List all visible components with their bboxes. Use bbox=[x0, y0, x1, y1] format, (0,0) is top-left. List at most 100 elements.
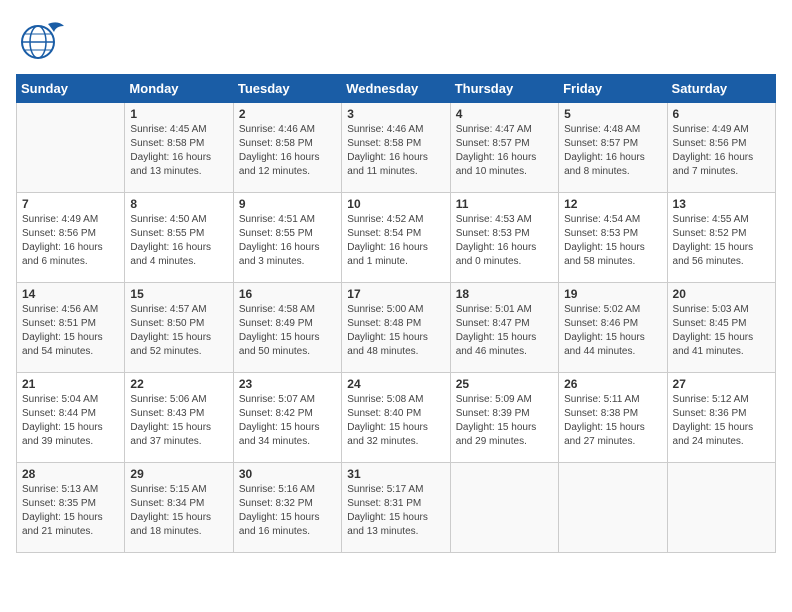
day-number: 10 bbox=[347, 197, 444, 211]
header bbox=[16, 16, 776, 64]
cell-content: Sunrise: 4:48 AM Sunset: 8:57 PM Dayligh… bbox=[564, 123, 661, 179]
day-number: 24 bbox=[347, 377, 444, 391]
day-number: 3 bbox=[347, 107, 444, 121]
cell-content: Sunrise: 5:04 AM Sunset: 8:44 PM Dayligh… bbox=[22, 393, 119, 449]
cell-content: Sunrise: 5:08 AM Sunset: 8:40 PM Dayligh… bbox=[347, 393, 444, 449]
cell-content: Sunrise: 5:01 AM Sunset: 8:47 PM Dayligh… bbox=[456, 303, 553, 359]
calendar-week-1: 1 Sunrise: 4:45 AM Sunset: 8:58 PM Daylig… bbox=[17, 103, 776, 193]
day-number: 4 bbox=[456, 107, 553, 121]
header-friday: Friday bbox=[559, 75, 667, 103]
calendar-week-5: 28 Sunrise: 5:13 AM Sunset: 8:35 PM Dayli… bbox=[17, 463, 776, 553]
calendar-cell: 6 Sunrise: 4:49 AM Sunset: 8:56 PM Daylig… bbox=[667, 103, 775, 193]
calendar-cell: 4 Sunrise: 4:47 AM Sunset: 8:57 PM Daylig… bbox=[450, 103, 558, 193]
cell-content: Sunrise: 4:54 AM Sunset: 8:53 PM Dayligh… bbox=[564, 213, 661, 269]
calendar-table: SundayMondayTuesdayWednesdayThursdayFrid… bbox=[16, 74, 776, 553]
calendar-cell: 17 Sunrise: 5:00 AM Sunset: 8:48 PM Dayli… bbox=[342, 283, 450, 373]
cell-content: Sunrise: 5:13 AM Sunset: 8:35 PM Dayligh… bbox=[22, 483, 119, 539]
calendar-week-3: 14 Sunrise: 4:56 AM Sunset: 8:51 PM Dayli… bbox=[17, 283, 776, 373]
day-number: 21 bbox=[22, 377, 119, 391]
day-number: 13 bbox=[673, 197, 770, 211]
day-number: 14 bbox=[22, 287, 119, 301]
calendar-cell bbox=[17, 103, 125, 193]
cell-content: Sunrise: 5:03 AM Sunset: 8:45 PM Dayligh… bbox=[673, 303, 770, 359]
calendar-cell bbox=[450, 463, 558, 553]
day-number: 9 bbox=[239, 197, 336, 211]
calendar-week-4: 21 Sunrise: 5:04 AM Sunset: 8:44 PM Dayli… bbox=[17, 373, 776, 463]
calendar-cell: 7 Sunrise: 4:49 AM Sunset: 8:56 PM Daylig… bbox=[17, 193, 125, 283]
day-number: 29 bbox=[130, 467, 227, 481]
calendar-cell: 8 Sunrise: 4:50 AM Sunset: 8:55 PM Daylig… bbox=[125, 193, 233, 283]
header-saturday: Saturday bbox=[667, 75, 775, 103]
cell-content: Sunrise: 4:50 AM Sunset: 8:55 PM Dayligh… bbox=[130, 213, 227, 269]
day-number: 31 bbox=[347, 467, 444, 481]
calendar-cell: 22 Sunrise: 5:06 AM Sunset: 8:43 PM Dayli… bbox=[125, 373, 233, 463]
calendar-week-2: 7 Sunrise: 4:49 AM Sunset: 8:56 PM Daylig… bbox=[17, 193, 776, 283]
calendar-cell: 2Sunrise: 4:46 AM Sunset: 8:58 PM Daylig… bbox=[233, 103, 341, 193]
day-number: 16 bbox=[239, 287, 336, 301]
cell-content: Sunrise: 4:46 AM Sunset: 8:58 PM Dayligh… bbox=[347, 123, 444, 179]
header-wednesday: Wednesday bbox=[342, 75, 450, 103]
cell-content: Sunrise: 4:56 AM Sunset: 8:51 PM Dayligh… bbox=[22, 303, 119, 359]
header-tuesday: Tuesday bbox=[233, 75, 341, 103]
cell-content: Sunrise: 5:00 AM Sunset: 8:48 PM Dayligh… bbox=[347, 303, 444, 359]
cell-content: Sunrise: 4:53 AM Sunset: 8:53 PM Dayligh… bbox=[456, 213, 553, 269]
calendar-cell: 9 Sunrise: 4:51 AM Sunset: 8:55 PM Daylig… bbox=[233, 193, 341, 283]
calendar-cell: 29Sunrise: 5:15 AM Sunset: 8:34 PM Dayli… bbox=[125, 463, 233, 553]
calendar-cell: 15Sunrise: 4:57 AM Sunset: 8:50 PM Dayli… bbox=[125, 283, 233, 373]
cell-content: Sunrise: 5:17 AM Sunset: 8:31 PM Dayligh… bbox=[347, 483, 444, 539]
cell-content: Sunrise: 5:07 AM Sunset: 8:42 PM Dayligh… bbox=[239, 393, 336, 449]
day-number: 8 bbox=[130, 197, 227, 211]
day-number: 26 bbox=[564, 377, 661, 391]
day-number: 1 bbox=[130, 107, 227, 121]
calendar-cell: 5 Sunrise: 4:48 AM Sunset: 8:57 PM Daylig… bbox=[559, 103, 667, 193]
calendar-cell: 1 Sunrise: 4:45 AM Sunset: 8:58 PM Daylig… bbox=[125, 103, 233, 193]
calendar-cell: 27 Sunrise: 5:12 AM Sunset: 8:36 PM Dayli… bbox=[667, 373, 775, 463]
calendar-cell: 19 Sunrise: 5:02 AM Sunset: 8:46 PM Dayli… bbox=[559, 283, 667, 373]
cell-content: Sunrise: 4:55 AM Sunset: 8:52 PM Dayligh… bbox=[673, 213, 770, 269]
header-monday: Monday bbox=[125, 75, 233, 103]
cell-content: Sunrise: 4:51 AM Sunset: 8:55 PM Dayligh… bbox=[239, 213, 336, 269]
cell-content: Sunrise: 4:49 AM Sunset: 8:56 PM Dayligh… bbox=[22, 213, 119, 269]
calendar-cell: 23 Sunrise: 5:07 AM Sunset: 8:42 PM Dayli… bbox=[233, 373, 341, 463]
cell-content: Sunrise: 5:06 AM Sunset: 8:43 PM Dayligh… bbox=[130, 393, 227, 449]
day-number: 28 bbox=[22, 467, 119, 481]
day-number: 27 bbox=[673, 377, 770, 391]
day-number: 20 bbox=[673, 287, 770, 301]
calendar-cell: 11Sunrise: 4:53 AM Sunset: 8:53 PM Dayli… bbox=[450, 193, 558, 283]
cell-content: Sunrise: 5:12 AM Sunset: 8:36 PM Dayligh… bbox=[673, 393, 770, 449]
cell-content: Sunrise: 4:49 AM Sunset: 8:56 PM Dayligh… bbox=[673, 123, 770, 179]
day-number: 7 bbox=[22, 197, 119, 211]
cell-content: Sunrise: 5:09 AM Sunset: 8:39 PM Dayligh… bbox=[456, 393, 553, 449]
day-number: 22 bbox=[130, 377, 227, 391]
calendar-cell: 12Sunrise: 4:54 AM Sunset: 8:53 PM Dayli… bbox=[559, 193, 667, 283]
calendar-cell bbox=[667, 463, 775, 553]
calendar-cell: 18 Sunrise: 5:01 AM Sunset: 8:47 PM Dayli… bbox=[450, 283, 558, 373]
logo bbox=[16, 16, 72, 64]
day-number: 30 bbox=[239, 467, 336, 481]
calendar-cell: 31 Sunrise: 5:17 AM Sunset: 8:31 PM Dayli… bbox=[342, 463, 450, 553]
cell-content: Sunrise: 4:57 AM Sunset: 8:50 PM Dayligh… bbox=[130, 303, 227, 359]
day-number: 17 bbox=[347, 287, 444, 301]
calendar-cell: 13 Sunrise: 4:55 AM Sunset: 8:52 PM Dayli… bbox=[667, 193, 775, 283]
cell-content: Sunrise: 5:11 AM Sunset: 8:38 PM Dayligh… bbox=[564, 393, 661, 449]
day-number: 5 bbox=[564, 107, 661, 121]
calendar-cell: 30Sunrise: 5:16 AM Sunset: 8:32 PM Dayli… bbox=[233, 463, 341, 553]
calendar-cell bbox=[559, 463, 667, 553]
logo-graphic bbox=[16, 16, 68, 64]
calendar-cell: 28 Sunrise: 5:13 AM Sunset: 8:35 PM Dayli… bbox=[17, 463, 125, 553]
calendar-cell: 24 Sunrise: 5:08 AM Sunset: 8:40 PM Dayli… bbox=[342, 373, 450, 463]
day-number: 23 bbox=[239, 377, 336, 391]
calendar-cell: 3 Sunrise: 4:46 AM Sunset: 8:58 PM Daylig… bbox=[342, 103, 450, 193]
cell-content: Sunrise: 5:02 AM Sunset: 8:46 PM Dayligh… bbox=[564, 303, 661, 359]
day-number: 19 bbox=[564, 287, 661, 301]
cell-content: Sunrise: 4:47 AM Sunset: 8:57 PM Dayligh… bbox=[456, 123, 553, 179]
day-number: 18 bbox=[456, 287, 553, 301]
cell-content: Sunrise: 4:45 AM Sunset: 8:58 PM Dayligh… bbox=[130, 123, 227, 179]
logo-icon bbox=[16, 16, 68, 64]
day-number: 6 bbox=[673, 107, 770, 121]
calendar-cell: 14 Sunrise: 4:56 AM Sunset: 8:51 PM Dayli… bbox=[17, 283, 125, 373]
header-sunday: Sunday bbox=[17, 75, 125, 103]
calendar-cell: 20 Sunrise: 5:03 AM Sunset: 8:45 PM Dayli… bbox=[667, 283, 775, 373]
cell-content: Sunrise: 4:58 AM Sunset: 8:49 PM Dayligh… bbox=[239, 303, 336, 359]
header-thursday: Thursday bbox=[450, 75, 558, 103]
